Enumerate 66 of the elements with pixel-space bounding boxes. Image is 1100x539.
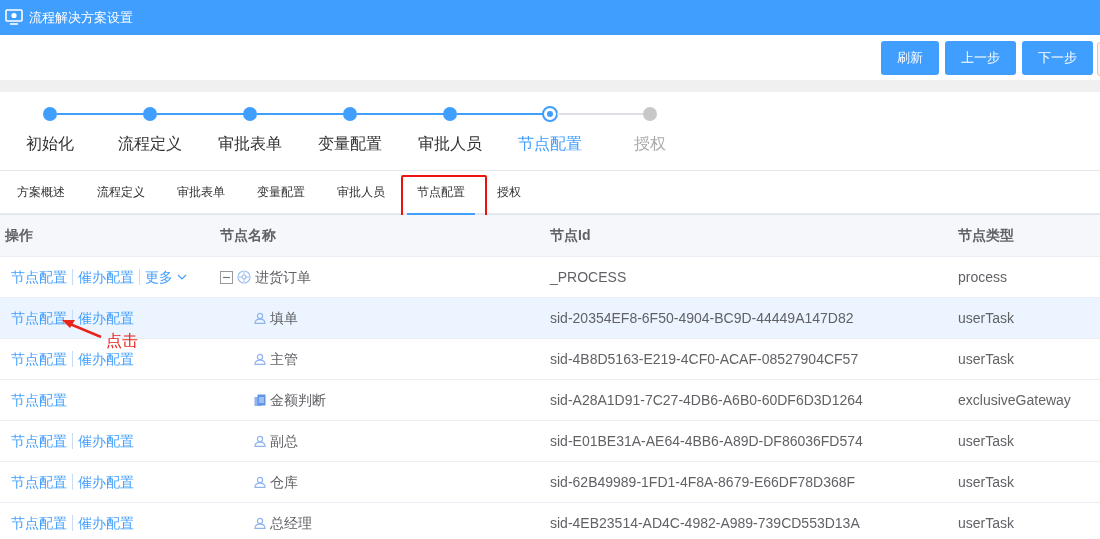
collapse-icon[interactable] (220, 270, 233, 284)
step-button[interactable]: 上一步 (945, 40, 1016, 75)
table-cell-text: sid-62B49989-1FD1-4F8A-8679-E66DF78D368F (550, 472, 856, 492)
step-label: 审批表单 (218, 134, 282, 154)
table-cell-text: userTask (958, 431, 1015, 451)
step-label: 审批人员 (418, 134, 482, 154)
user-icon (254, 435, 266, 447)
node-name: 填单 (270, 308, 298, 328)
action-link[interactable]: 节点配置 (11, 348, 67, 370)
user-icon (254, 517, 266, 529)
action-link[interactable]: 催办配置 (78, 512, 134, 534)
table-cell-text: sid-A28A1D91-7C27-4DB6-A6B0-60DF6D3D1264 (550, 390, 863, 410)
tab[interactable]: 变量配置 (247, 171, 315, 215)
action-link[interactable]: 催办配置 (78, 471, 134, 493)
step-button[interactable]: 刷新 (881, 40, 939, 75)
action-link[interactable]: 催办配置 (78, 307, 134, 329)
more-dropdown[interactable]: 更多 (145, 266, 187, 288)
user-icon (254, 353, 266, 365)
action-link[interactable]: 催办配置 (78, 348, 134, 370)
step-label: 流程定义 (118, 134, 182, 154)
action-link[interactable]: 节点配置 (11, 266, 67, 288)
table-cell-text: userTask (958, 308, 1015, 328)
tab[interactable]: 方案概述 (7, 171, 75, 215)
monitor-gear-icon (5, 9, 23, 26)
tab[interactable]: 审批人员 (327, 171, 395, 215)
table-cell-text: sid-20354EF8-6F50-4904-BC9D-44449A147D82 (550, 308, 854, 328)
action-link[interactable]: 节点配置 (11, 389, 67, 411)
step-label: 初始化 (26, 134, 74, 154)
column-header: 节点名称 (219, 226, 277, 245)
step-label: 变量配置 (318, 134, 382, 154)
action-link[interactable]: 节点配置 (11, 430, 67, 452)
node-name: 总经理 (270, 513, 312, 533)
action-link[interactable]: 催办配置 (78, 266, 134, 288)
action-link[interactable]: 节点配置 (11, 307, 67, 329)
step-label: 授权 (634, 134, 666, 154)
node-name: 进货订单 (255, 267, 311, 287)
table-cell-text: process (958, 267, 1008, 287)
tab[interactable]: 流程定义 (87, 171, 155, 215)
chevron-down-icon (177, 274, 187, 280)
table-cell-text: _PROCESS (550, 267, 627, 287)
table-cell-text: sid-4EB23514-AD4C-4982-A989-739CD553D13A (550, 513, 860, 533)
node-name: 主管 (270, 349, 298, 369)
action-link[interactable]: 节点配置 (11, 512, 67, 534)
node-name: 金额判断 (270, 390, 326, 410)
table-cell-text: sid-E01BE31A-AE64-4BB6-A89D-DF86036FD574 (550, 431, 863, 451)
column-header: 节点类型 (957, 226, 1015, 245)
action-link[interactable]: 催办配置 (78, 430, 134, 452)
action-link[interactable]: 节点配置 (11, 471, 67, 493)
table-cell-text: userTask (958, 349, 1015, 369)
column-header: 操作 (4, 226, 34, 245)
table-cell-text: userTask (958, 513, 1015, 533)
table-cell-text: exclusiveGateway (958, 390, 1071, 410)
tab[interactable]: 审批表单 (167, 171, 235, 215)
column-header: 节点Id (549, 226, 592, 245)
node-name: 副总 (270, 431, 298, 451)
table-cell-text: userTask (958, 472, 1015, 492)
step-button[interactable]: 下一步 (1022, 40, 1093, 75)
step-label: 节点配置 (518, 134, 582, 154)
document-icon (254, 393, 266, 407)
window-title: 流程解决方案设置 (29, 8, 133, 27)
tab[interactable]: 授权 (487, 171, 531, 215)
table-cell-text: sid-4B8D5163-E219-4CF0-ACAF-08527904CF57 (550, 349, 859, 369)
gear-icon (237, 270, 251, 284)
user-icon (254, 476, 266, 488)
node-name: 仓库 (270, 472, 298, 492)
user-icon (254, 312, 266, 324)
